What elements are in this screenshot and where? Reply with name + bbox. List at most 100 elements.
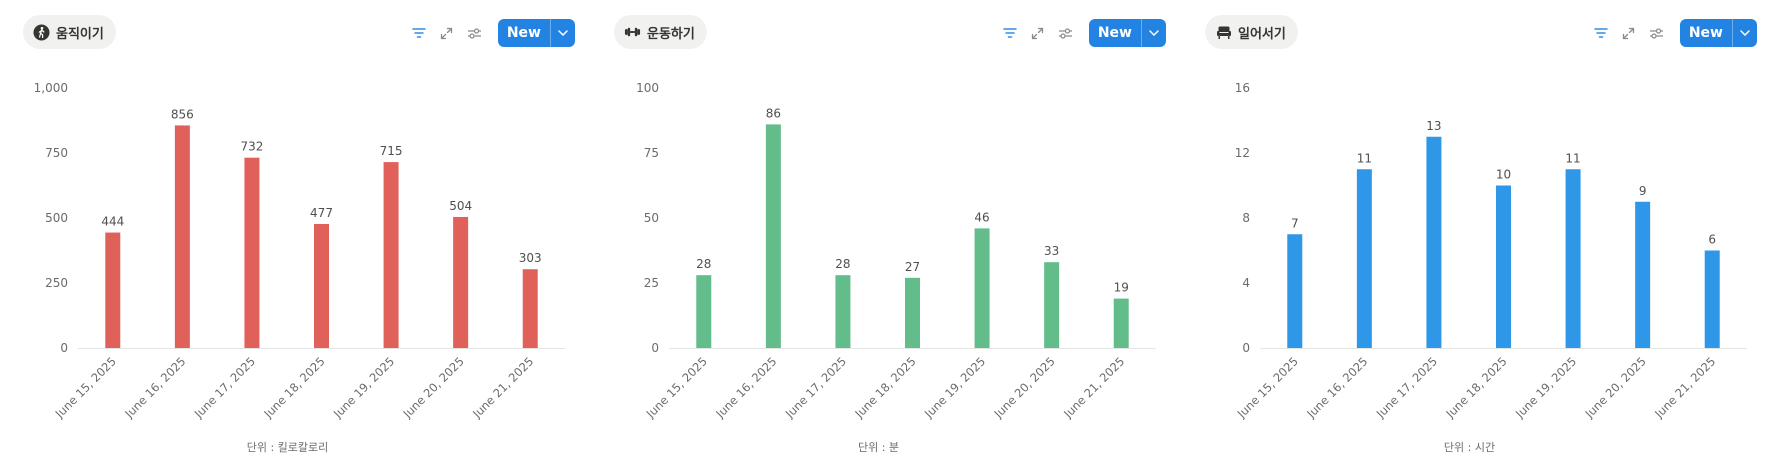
unit-label: 단위 : 시간 [1443,441,1496,454]
x-tick-label: June 20, 2025 [400,354,467,420]
x-tick-label: June 18, 2025 [852,354,919,420]
bar [1113,298,1129,348]
bar [174,125,190,348]
x-tick-label: June 15, 2025 [1234,354,1301,420]
bar [383,162,399,348]
y-tick-label: 500 [45,211,68,225]
x-tick-label: June 16, 2025 [712,354,779,420]
y-tick-label: 250 [45,276,68,290]
new-button-group: New [1679,19,1757,47]
data-label: 715 [380,144,403,158]
chart-panel-move: 움직이기 New 0 250 500 750 1,000 444 June 15, 2025… [0,0,575,470]
x-tick-label: June 16, 2025 [121,354,188,420]
data-label: 13 [1426,119,1441,133]
x-tick-label: June 17, 2025 [191,354,258,420]
chart-toolbar: New [408,19,575,47]
tab-exercise[interactable]: 운동하기 [614,15,707,49]
new-button-group: New [497,19,575,47]
y-tick-label: 750 [45,146,68,160]
unit-label: 단위 : 킬로칼로리 [246,441,329,454]
data-label: 504 [449,199,472,213]
filter-icon[interactable] [999,22,1021,44]
y-tick-label: 1,000 [34,81,68,95]
x-tick-label: June 17, 2025 [1373,354,1440,420]
bar [1496,185,1511,348]
new-button[interactable]: New [498,19,550,47]
data-label: 19 [1114,281,1129,295]
y-tick-label: 16 [1235,81,1250,95]
chevron-down-icon[interactable] [1733,19,1757,47]
y-tick-label: 75 [644,146,659,160]
x-tick-label: June 21, 2025 [1060,354,1127,420]
y-tick-label: 12 [1235,146,1250,160]
chevron-down-icon[interactable] [551,19,575,47]
tab-label: 일어서기 [1238,26,1286,42]
x-tick-label: June 15, 2025 [643,354,710,420]
bar [1635,201,1651,348]
chart-toolbar: New [1590,19,1757,47]
bar [905,277,920,348]
y-tick-label: 0 [1242,341,1250,355]
bar [314,223,329,348]
settings-sliders-icon[interactable] [464,22,486,44]
x-tick-label: June 16, 2025 [1303,354,1370,420]
y-tick-label: 0 [60,341,68,355]
y-tick-label: 8 [1242,211,1250,225]
bar [974,228,990,348]
y-tick-label: 25 [644,276,659,290]
tab-label: 움직이기 [56,26,104,42]
filter-icon[interactable] [1590,22,1612,44]
x-tick-label: June 21, 2025 [469,354,536,420]
bar [1044,262,1060,348]
tab-move[interactable]: 움직이기 [23,15,116,49]
data-label: 46 [974,210,989,224]
x-tick-label: June 21, 2025 [1651,354,1718,420]
bar [1356,169,1372,348]
y-tick-label: 100 [636,81,659,95]
data-label: 86 [766,106,781,120]
data-label: 6 [1708,233,1716,247]
chart-panel-exercise: 운동하기 New 0 25 50 75 100 28 June 15, 2025 86 June… [591,0,1166,470]
bar [1426,136,1442,348]
new-button-group: New [1088,19,1166,47]
new-button[interactable]: New [1680,19,1732,47]
chevron-down-icon[interactable] [1142,19,1166,47]
data-label: 477 [310,206,333,220]
expand-icon[interactable] [1618,22,1640,44]
data-label: 7 [1291,216,1299,230]
data-label: 10 [1496,168,1511,182]
y-tick-label: 0 [651,341,659,355]
person-walking-icon [33,24,50,41]
filter-icon[interactable] [408,22,430,44]
data-label: 444 [101,215,124,229]
y-tick-label: 50 [644,211,659,225]
data-label: 11 [1565,151,1580,165]
settings-sliders-icon[interactable] [1646,22,1668,44]
x-tick-label: June 19, 2025 [1512,354,1579,420]
data-label: 28 [696,257,711,271]
x-tick-label: June 18, 2025 [261,354,328,420]
bar [1287,234,1303,348]
bar-chart: 0 25 50 75 100 28 June 15, 2025 86 June 16, 2025… [636,81,1156,420]
data-label: 732 [240,140,263,154]
x-tick-label: June 15, 2025 [52,354,119,420]
tab-stand[interactable]: 일어서기 [1205,15,1298,49]
unit-label: 단위 : 분 [857,441,900,454]
x-tick-label: June 20, 2025 [1582,354,1649,420]
bar [105,232,121,348]
expand-icon[interactable] [436,22,458,44]
bar-chart: 0 250 500 750 1,000 444 June 15, 2025 856 June 1… [34,81,565,420]
data-label: 27 [905,260,920,274]
data-label: 856 [171,107,194,121]
bar [1565,169,1581,348]
bar [522,269,538,348]
bar-chart: 0 4 8 12 16 7 June 15, 2025 11 June 16, 2025 13 Ju… [1234,81,1747,420]
x-tick-label: June 19, 2025 [330,354,397,420]
bar [244,157,260,348]
dashboard: 움직이기 New 0 250 500 750 1,000 444 June 15, 2025… [0,0,1792,470]
x-tick-label: June 19, 2025 [921,354,988,420]
new-button[interactable]: New [1089,19,1141,47]
chart-panel-stand: 일어서기 New 0 4 8 12 16 7 June 15, 2025 11 June 16,… [1182,0,1757,470]
expand-icon[interactable] [1027,22,1049,44]
settings-sliders-icon[interactable] [1055,22,1077,44]
